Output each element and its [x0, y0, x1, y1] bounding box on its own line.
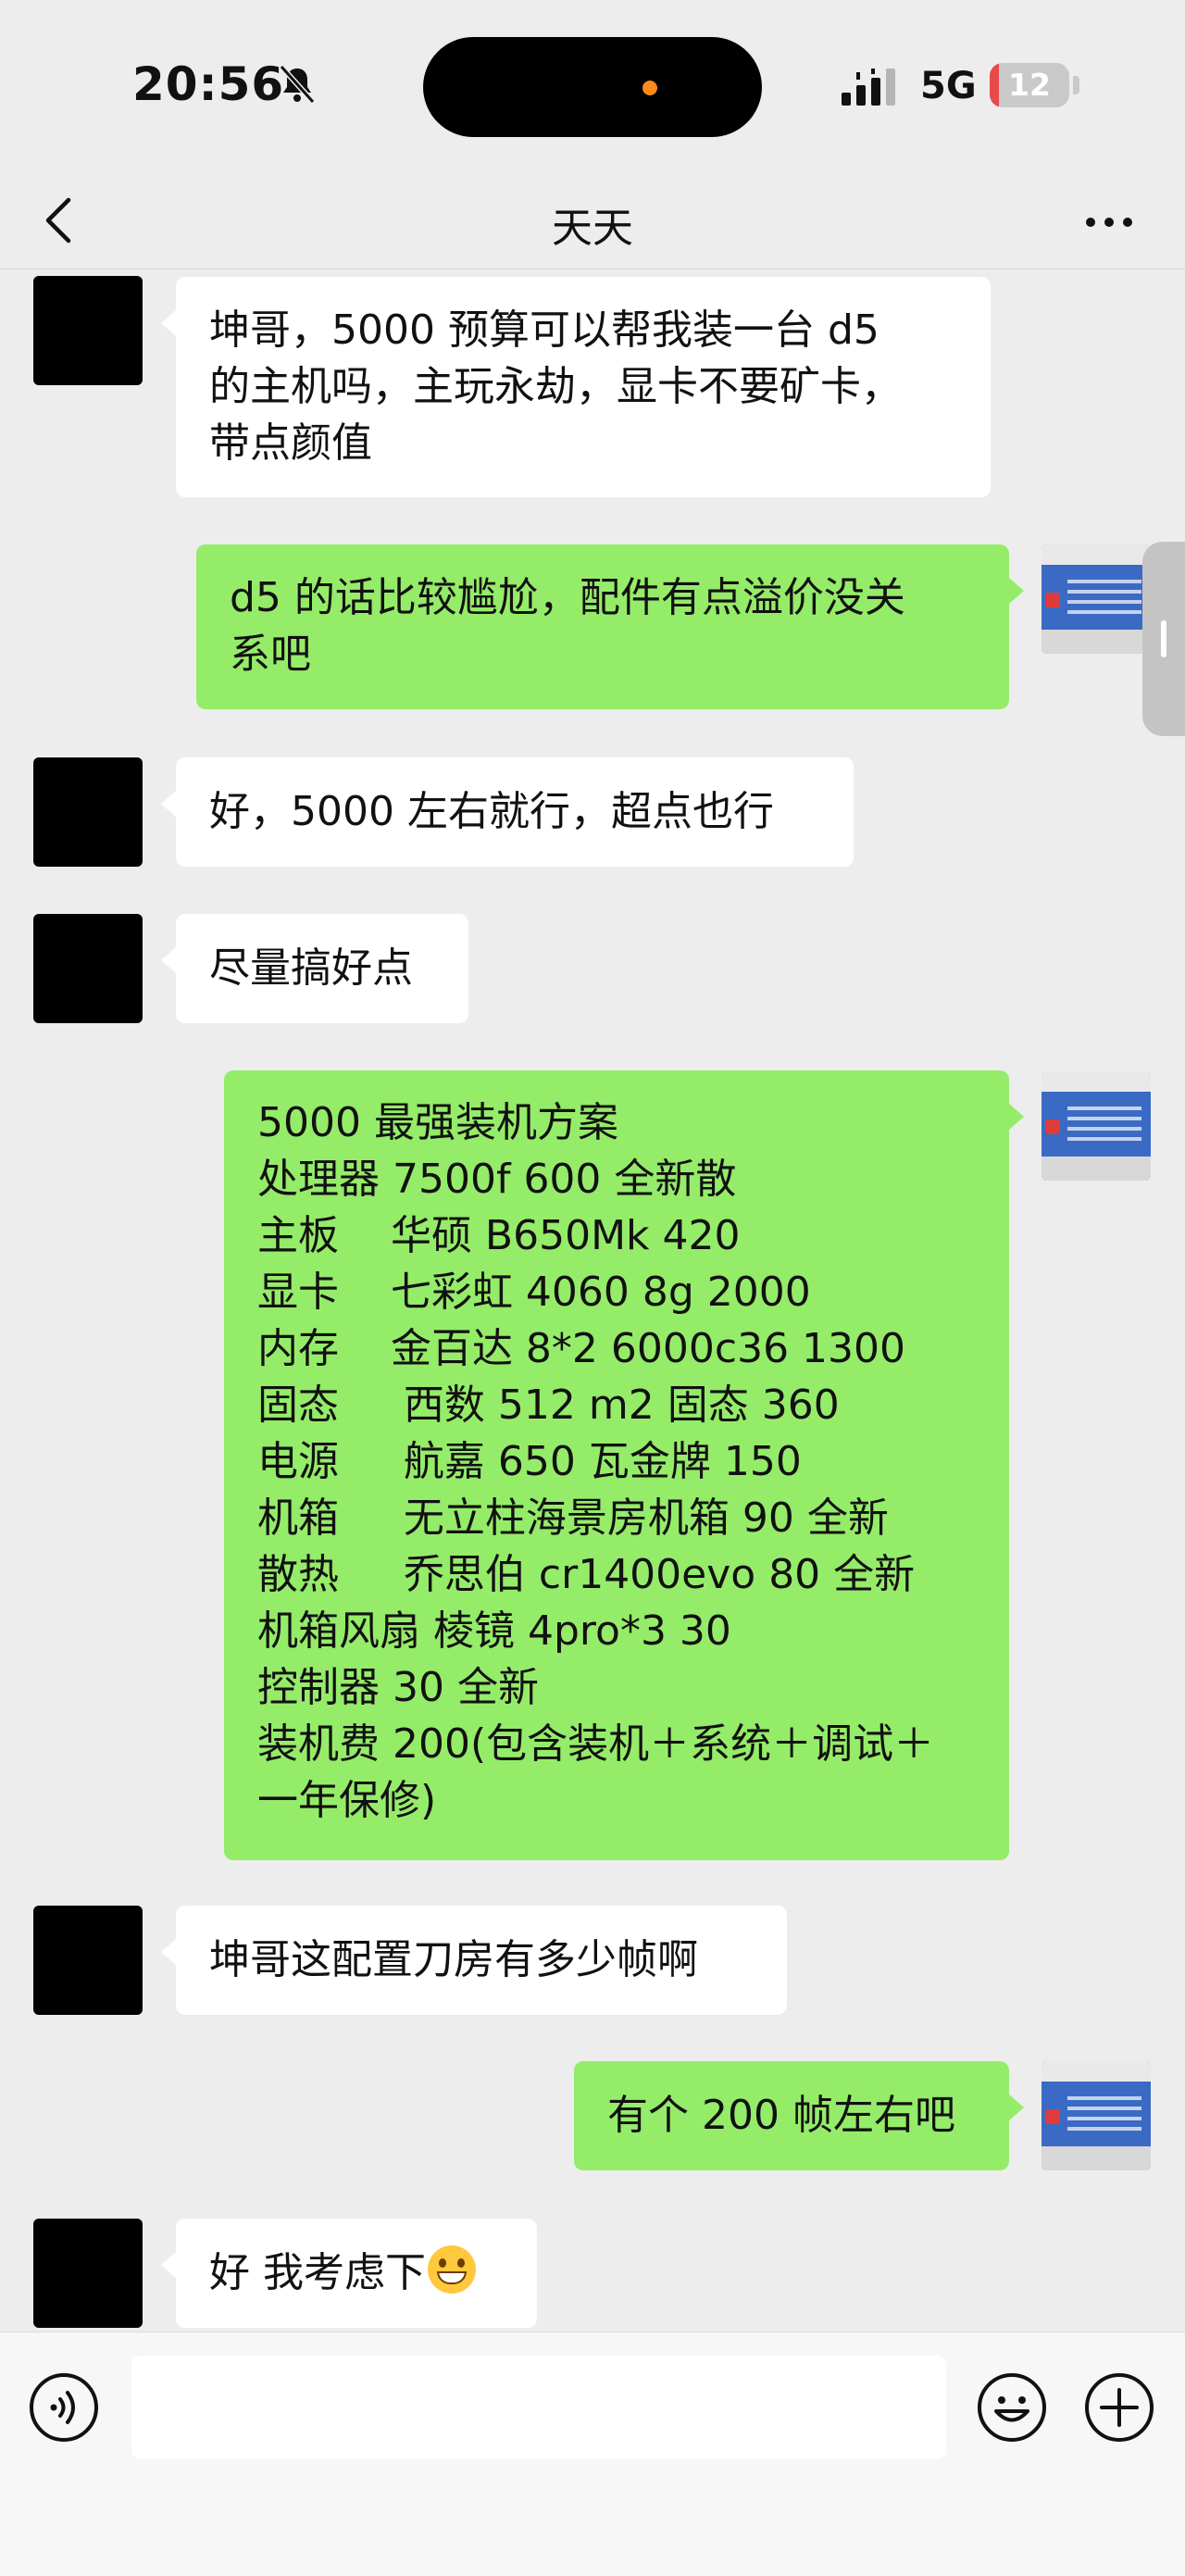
- contact-avatar[interactable]: [33, 276, 143, 385]
- chat-header: 天天: [0, 176, 1185, 269]
- message-list[interactable]: 坤哥，5000 预算可以帮我装一台 d5 的主机吗，主玩永劫，显卡不要矿卡， 带…: [0, 269, 1185, 2332]
- voice-icon[interactable]: [28, 2371, 100, 2444]
- contact-avatar[interactable]: [33, 2219, 143, 2328]
- plus-icon[interactable]: [1083, 2371, 1155, 2444]
- message-bubble-incoming[interactable]: 尽量搞好点: [161, 914, 468, 1023]
- scroll-handle[interactable]: [1142, 542, 1185, 736]
- message-text: 好 我考虑下: [209, 2249, 426, 2296]
- grinning-face-emoji-icon: [428, 2245, 476, 2294]
- message-bubble-outgoing[interactable]: 5000 最强装机方案 处理器 7500f 600 全新散 主板 华硕 B650…: [224, 1070, 1024, 1860]
- status-bar: 20:56 5G 12: [0, 0, 1185, 176]
- contact-avatar[interactable]: [33, 1906, 143, 2015]
- contact-avatar[interactable]: [33, 757, 143, 867]
- message-bubble-incoming[interactable]: 好，5000 左右就行，超点也行: [161, 757, 854, 867]
- message-input[interactable]: [131, 2356, 946, 2459]
- dynamic-island: [423, 37, 762, 137]
- input-bar: [0, 2332, 1185, 2576]
- signal-icon: [842, 69, 895, 106]
- chat-title: 天天: [552, 205, 633, 252]
- message-bubble-outgoing[interactable]: d5 的话比较尴尬，配件有点溢价没关 系吧: [196, 544, 1024, 709]
- message-bubble-outgoing[interactable]: 有个 200 帧左右吧: [574, 2061, 1024, 2170]
- network-type: 5G: [920, 65, 977, 107]
- self-avatar[interactable]: [1042, 544, 1151, 654]
- message-bubble-incoming[interactable]: 坤哥这配置刀房有多少帧啊: [161, 1906, 787, 2015]
- status-time: 20:56: [132, 57, 285, 111]
- recording-indicator: [642, 81, 657, 95]
- contact-avatar[interactable]: [33, 914, 143, 1023]
- self-avatar[interactable]: [1042, 2061, 1151, 2170]
- message-bubble-incoming[interactable]: 好 我考虑下: [161, 2219, 537, 2328]
- battery-percentage: 12: [1008, 67, 1051, 103]
- battery-indicator: 12: [990, 63, 1069, 107]
- emoji-icon[interactable]: [976, 2371, 1048, 2444]
- message-bubble-incoming[interactable]: 坤哥，5000 预算可以帮我装一台 d5 的主机吗，主玩永劫，显卡不要矿卡， 带…: [161, 277, 991, 497]
- bell-slash-icon: [279, 64, 316, 105]
- self-avatar[interactable]: [1042, 1071, 1151, 1181]
- battery-nub: [1073, 76, 1079, 94]
- more-dots-icon[interactable]: [1083, 213, 1135, 231]
